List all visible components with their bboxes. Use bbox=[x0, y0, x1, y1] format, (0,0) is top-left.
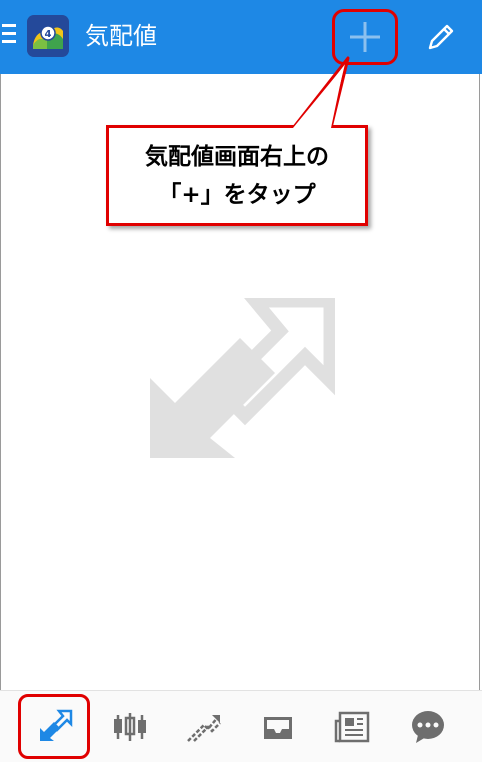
active-tab-highlight bbox=[18, 694, 90, 759]
double-arrow-icon bbox=[145, 294, 337, 467]
nav-news[interactable] bbox=[320, 691, 380, 761]
callout-pointer-cover bbox=[293, 66, 344, 128]
nav-inbox[interactable] bbox=[246, 691, 306, 761]
candlestick-chart-icon bbox=[114, 713, 146, 741]
nav-charts[interactable] bbox=[98, 691, 158, 761]
chat-bubble-icon bbox=[412, 711, 444, 743]
news-icon bbox=[334, 711, 370, 743]
inbox-tray-icon bbox=[264, 717, 292, 739]
nav-trade[interactable] bbox=[172, 691, 232, 761]
trade-icon bbox=[187, 715, 221, 742]
nav-chat[interactable] bbox=[396, 691, 456, 761]
